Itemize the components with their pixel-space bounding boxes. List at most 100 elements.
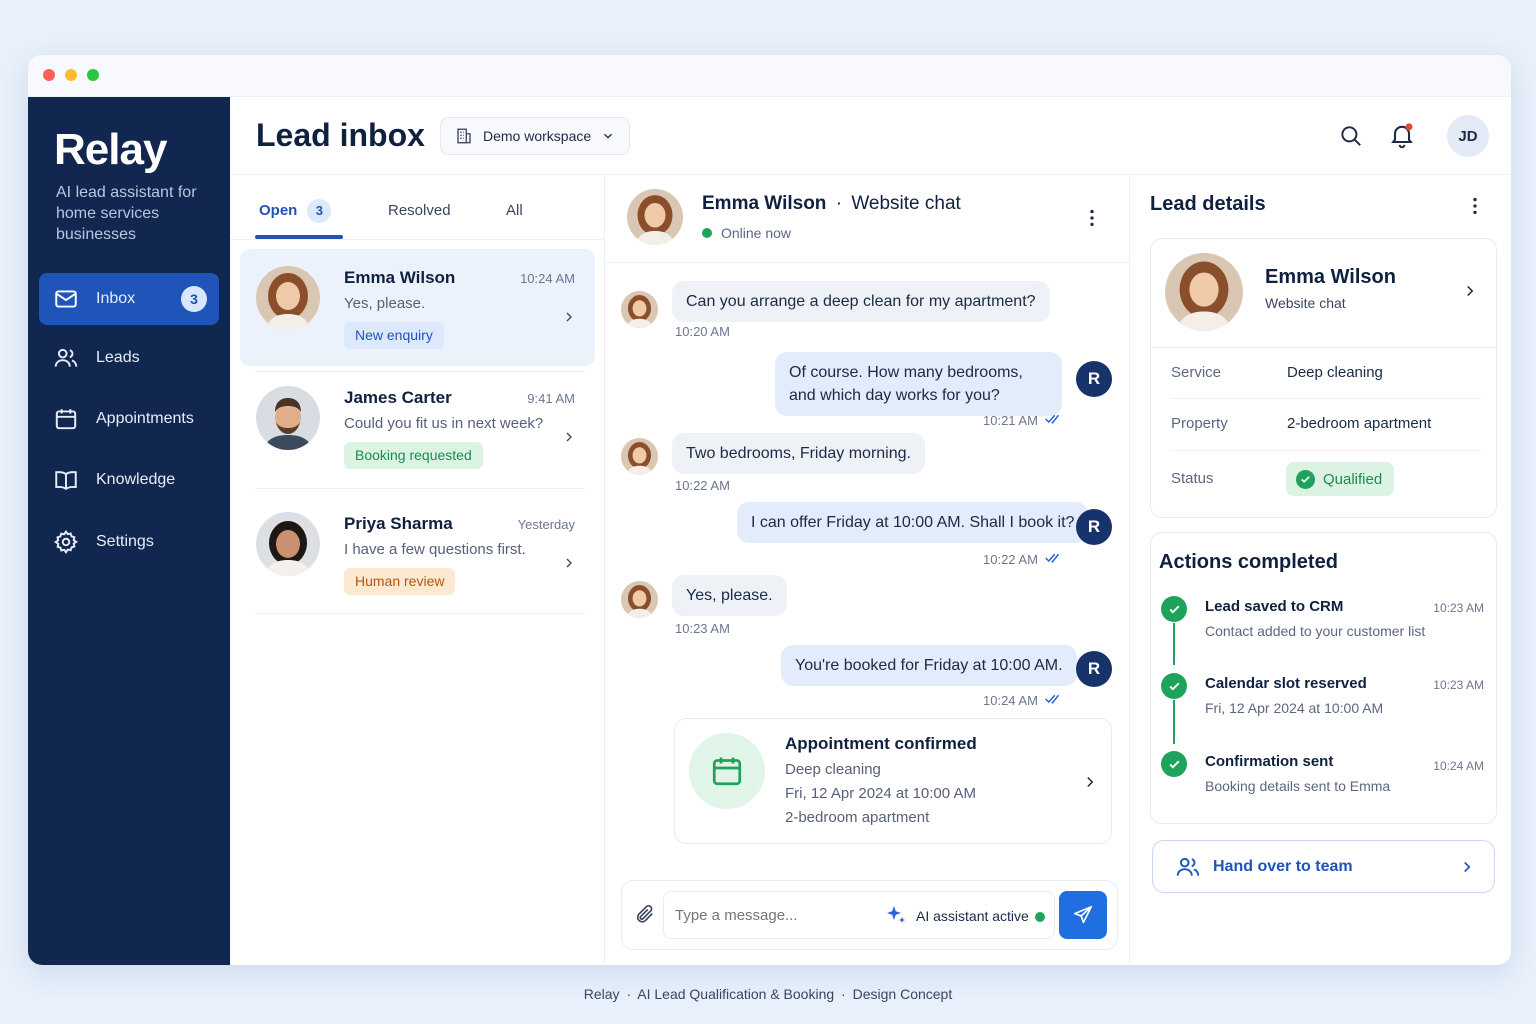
user-avatar[interactable]: JD	[1447, 115, 1489, 157]
chevron-right-icon	[566, 558, 572, 568]
actions-title: Actions completed	[1159, 551, 1338, 573]
action-time: 10:24 AM	[1433, 759, 1484, 773]
conversation-tabs: Open 3 Resolved All	[230, 175, 604, 240]
footer-brand: Relay	[583, 986, 620, 1002]
sidebar-item-leads[interactable]: Leads	[39, 332, 219, 384]
chevron-right-icon	[1087, 776, 1094, 788]
status-value: Qualified	[1323, 470, 1383, 488]
detail-value: 2-bedroom apartment	[1287, 415, 1432, 432]
chevron-right-icon[interactable]	[1461, 282, 1479, 300]
contact-avatar	[621, 581, 658, 618]
check-circle-icon	[1161, 751, 1187, 777]
double-check-icon	[1045, 694, 1060, 704]
conversation-item[interactable]: James Carter 9:41 AM Could you fit us in…	[240, 369, 595, 486]
outgoing-message: Of course. How many bedrooms, and which …	[775, 352, 1062, 416]
book-icon	[55, 471, 77, 491]
divider	[255, 488, 585, 489]
tab-all[interactable]: All	[506, 202, 523, 219]
footer-separator: ·	[841, 986, 846, 1002]
send-button[interactable]	[1059, 891, 1107, 939]
chat-pane: Emma Wilson · Website chat Online now Ca…	[605, 175, 1130, 965]
sidebar-item-knowledge[interactable]: Knowledge	[39, 454, 219, 506]
paperclip-icon[interactable]	[634, 903, 656, 925]
status-tag: Booking requested	[344, 442, 483, 469]
action-title: Confirmation sent	[1205, 753, 1334, 770]
agent-avatar: R	[1076, 651, 1112, 687]
detail-label: Property	[1171, 415, 1228, 432]
check-circle-icon	[1296, 469, 1315, 489]
lead-profile-card: Emma Wilson Website chat Service Deep cl…	[1150, 238, 1497, 518]
detail-label: Service	[1171, 364, 1222, 381]
ai-status-indicator	[1035, 912, 1045, 922]
workspace-selector[interactable]: Demo workspace	[440, 117, 630, 155]
message-time: 10:22 AM	[983, 552, 1038, 567]
online-status: Online now	[721, 225, 792, 241]
message-time: 10:23 AM	[675, 621, 730, 636]
incoming-message: Can you arrange a deep clean for my apar…	[672, 281, 1050, 322]
open-count-badge: 3	[307, 199, 332, 223]
users-icon	[54, 348, 78, 367]
agent-avatar: R	[1076, 509, 1112, 545]
conversation-item[interactable]: Priya Sharma Yesterday I have a few ques…	[240, 495, 595, 612]
conversation-list-pane: Open 3 Resolved All Emma Wilson 10:24 AM …	[230, 175, 605, 965]
appointment-property: 2-bedroom apartment	[785, 809, 930, 826]
contact-avatar	[1165, 253, 1243, 331]
sparkle-icon	[887, 906, 905, 923]
more-options-icon[interactable]	[1464, 195, 1486, 217]
contact-avatar	[256, 266, 320, 330]
close-window-button[interactable]	[43, 69, 55, 81]
sidebar-item-label: Appointments	[96, 410, 194, 427]
action-time: 10:23 AM	[1433, 678, 1484, 692]
actions-completed-card: Actions completed Lead saved to CRM Cont…	[1150, 532, 1497, 824]
tab-open[interactable]: Open 3	[259, 199, 332, 223]
appointment-card[interactable]: Appointment confirmed Deep cleaning Fri,…	[674, 718, 1112, 844]
chat-header: Emma Wilson · Website chat Online now	[605, 175, 1129, 263]
contact-avatar	[621, 438, 658, 475]
lead-name: Emma Wilson	[1265, 266, 1396, 288]
sidebar: Relay AI lead assistant for home service…	[28, 97, 230, 965]
detail-label: Status	[1171, 470, 1214, 487]
chevron-right-icon	[1464, 861, 1471, 873]
bell-icon[interactable]	[1388, 121, 1416, 149]
sidebar-item-label: Settings	[96, 533, 154, 550]
message-composer: AI assistant active	[621, 880, 1118, 950]
ai-assistant-status: AI assistant active	[916, 908, 1029, 924]
hand-over-button[interactable]: Hand over to team	[1152, 840, 1495, 893]
minimize-window-button[interactable]	[65, 69, 77, 81]
status-tag: Human review	[344, 568, 456, 595]
calendar-icon	[55, 409, 77, 430]
sidebar-item-inbox[interactable]: Inbox 3	[39, 273, 219, 325]
appointment-datetime: Fri, 12 Apr 2024 at 10:00 AM	[785, 785, 976, 802]
title-separator: ·	[835, 193, 843, 214]
title-bar	[28, 55, 1511, 97]
chat-channel: Website chat	[851, 193, 961, 214]
chevron-down-icon	[604, 133, 613, 139]
online-indicator	[702, 228, 712, 238]
conversation-time: 9:41 AM	[527, 391, 575, 406]
users-icon	[1176, 857, 1200, 876]
details-title: Lead details	[1150, 193, 1266, 215]
contact-avatar	[256, 386, 320, 450]
page-header: Lead inbox Demo workspace JD	[230, 97, 1511, 175]
tab-label: Open	[259, 202, 298, 219]
qualified-status-badge: Qualified	[1286, 462, 1395, 496]
message-preview: Could you fit us in next week?	[344, 415, 544, 432]
search-icon[interactable]	[1338, 123, 1364, 149]
contact-name: James Carter	[344, 388, 452, 407]
conversation-time: 10:24 AM	[520, 271, 575, 286]
appointment-title: Appointment confirmed	[785, 734, 977, 753]
maximize-window-button[interactable]	[87, 69, 99, 81]
sidebar-item-settings[interactable]: Settings	[39, 516, 219, 568]
sidebar-item-appointments[interactable]: Appointments	[39, 393, 219, 445]
timeline-line	[1173, 623, 1175, 665]
double-check-icon	[1045, 553, 1060, 563]
detail-value: Deep cleaning	[1287, 364, 1383, 381]
conversation-item[interactable]: Emma Wilson 10:24 AM Yes, please. New en…	[240, 249, 595, 366]
more-options-icon[interactable]	[1081, 207, 1103, 229]
footer-product: AI Lead Qualification & Booking	[637, 986, 835, 1002]
contact-name: Priya Sharma	[344, 514, 453, 533]
check-circle-icon	[1161, 673, 1187, 699]
gear-icon	[54, 530, 78, 555]
tab-resolved[interactable]: Resolved	[388, 202, 451, 219]
chevron-right-icon	[566, 312, 572, 322]
